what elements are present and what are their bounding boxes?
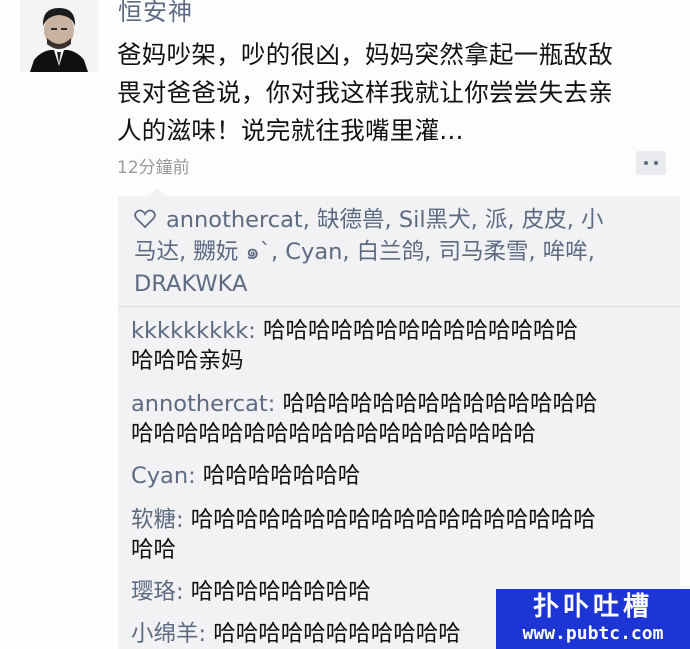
comment-author[interactable]: 璎珞: (131, 579, 184, 605)
avatar[interactable] (20, 0, 98, 72)
comment-item[interactable]: kkkkkkkkk: 哈哈哈哈哈哈哈哈哈哈哈哈哈哈 哈哈哈亲妈 (131, 316, 676, 376)
comment-item[interactable]: Cyan: 哈哈哈哈哈哈哈 (131, 461, 676, 491)
comment-text: 哈哈哈哈哈哈哈哈哈哈哈 (206, 621, 461, 647)
divider (118, 306, 680, 307)
watermark-url: www.pubtc.com (522, 623, 664, 644)
post-body: 爸妈吵架，吵的很凶，妈妈突然拿起一瓶敌敌 畏对爸爸说，你对我这样我就让你尝尝失去… (117, 36, 672, 150)
comment-text: 哈哈哈哈哈哈哈哈哈哈哈哈哈哈 (275, 391, 598, 417)
moments-post: 恒安神 爸妈吵架，吵的很凶，妈妈突然拿起一瓶敌敌 畏对爸爸说，你对我这样我就让你… (0, 0, 690, 649)
comment-text: 哈哈哈哈哈哈哈哈哈哈哈哈哈哈哈哈哈哈 (183, 507, 596, 533)
avatar-portrait-icon (20, 0, 98, 72)
comment-line: 软糖: 哈哈哈哈哈哈哈哈哈哈哈哈哈哈哈哈哈哈 (131, 505, 676, 535)
comment-line: annothercat: 哈哈哈哈哈哈哈哈哈哈哈哈哈哈 (131, 389, 676, 419)
comment-bubble-icon[interactable] (636, 151, 666, 175)
comment-author[interactable]: 软糖: (131, 507, 184, 533)
dot (644, 161, 648, 165)
likes-list: annothercat, 缺德兽, Sil黑犬, 派, 皮皮, 小 马达, 嬲妧… (134, 204, 670, 300)
likes-names[interactable]: 马达, 嬲妧 ๑`, Cyan, 白兰鸽, 司马柔雪, 哞哞, (134, 236, 670, 268)
comment-text: 哈哈哈哈哈哈哈哈 (183, 579, 371, 605)
comment-text: 哈哈哈亲妈 (131, 348, 244, 374)
watermark: 扑卟吐槽 www.pubtc.com (496, 589, 690, 649)
watermark-title: 扑卟吐槽 (532, 592, 653, 622)
comment-line: Cyan: 哈哈哈哈哈哈哈 (131, 461, 676, 491)
comment-text: 哈哈哈哈哈哈哈哈哈哈哈哈哈哈 (255, 318, 579, 344)
heart-icon (134, 209, 156, 229)
comment-author[interactable]: kkkkkkkkk: (131, 318, 256, 344)
post-body-line: 爸妈吵架，吵的很凶，妈妈突然拿起一瓶敌敌 (117, 40, 613, 69)
comment-author[interactable]: annothercat: (131, 391, 275, 417)
post-body-line: 畏对爸爸说，你对我这样我就让你尝尝失去亲 (117, 78, 613, 107)
comment-text: 哈哈哈哈哈哈哈哈哈哈哈哈哈哈哈哈哈哈 (131, 421, 537, 447)
username[interactable]: 恒安神 (118, 0, 193, 27)
comment-item[interactable]: 软糖: 哈哈哈哈哈哈哈哈哈哈哈哈哈哈哈哈哈哈 哈哈 (131, 505, 676, 565)
likes-line-1: annothercat, 缺德兽, Sil黑犬, 派, 皮皮, 小 (134, 204, 670, 236)
post-body-line: 人的滋味！说完就往我嘴里灌... (117, 116, 464, 145)
comment-author[interactable]: 小绵羊: (131, 621, 206, 647)
comment-text: 哈哈 (131, 537, 177, 563)
comment-item[interactable]: annothercat: 哈哈哈哈哈哈哈哈哈哈哈哈哈哈 哈哈哈哈哈哈哈哈哈哈哈哈… (131, 389, 676, 449)
post-timestamp: 12分鐘前 (117, 158, 190, 178)
likes-names[interactable]: DRAKWKA (134, 268, 670, 300)
comment-author[interactable]: Cyan: (131, 463, 196, 489)
likes-names[interactable]: annothercat, 缺德兽, Sil黑犬, 派, 皮皮, 小 (166, 207, 604, 233)
comment-text: 哈哈哈哈哈哈哈 (195, 463, 361, 489)
comment-line: kkkkkkkkk: 哈哈哈哈哈哈哈哈哈哈哈哈哈哈 (131, 316, 676, 346)
dot (654, 161, 658, 165)
